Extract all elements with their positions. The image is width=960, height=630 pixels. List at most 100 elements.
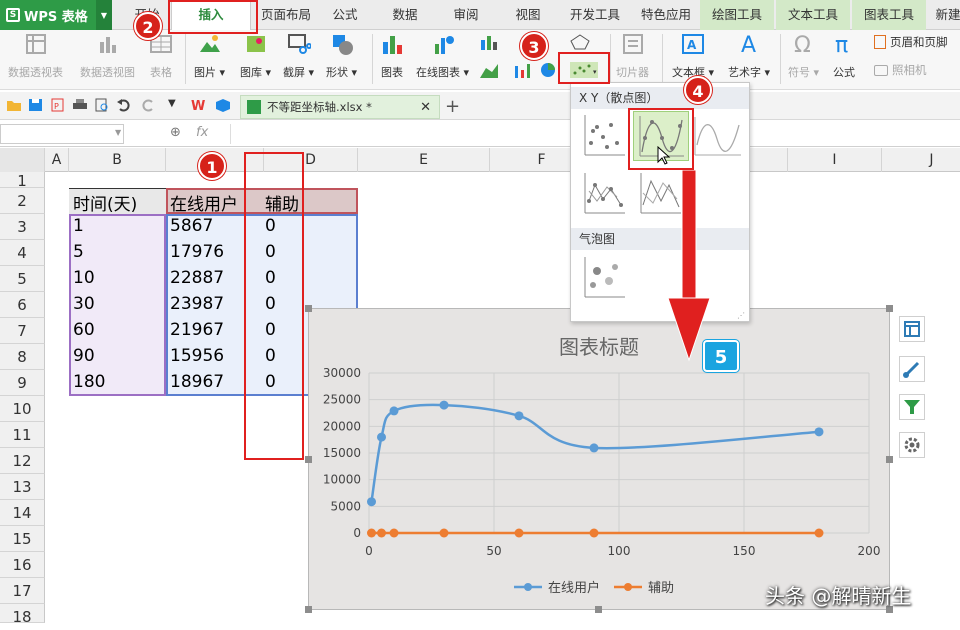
row-header[interactable]: 18 <box>0 604 45 626</box>
resize-handle[interactable] <box>886 305 893 312</box>
print-preview-icon[interactable] <box>94 98 114 114</box>
row-header[interactable]: 3 <box>0 214 45 240</box>
slicer-button[interactable]: 切片器 <box>616 32 649 80</box>
row-header[interactable]: 6 <box>0 292 45 318</box>
online-chart-button[interactable]: 在线图表 ▾ <box>416 32 469 80</box>
table-cell[interactable]: 30 <box>70 294 95 314</box>
table-cell[interactable]: 1 <box>70 216 84 236</box>
table-cell[interactable]: 60 <box>70 320 95 340</box>
row-header[interactable]: 2 <box>0 188 45 214</box>
select-all-corner[interactable] <box>0 148 45 172</box>
row-header[interactable]: 7 <box>0 318 45 344</box>
wordart-button[interactable]: A 艺术字 ▾ <box>728 32 770 80</box>
table-cell[interactable]: 22887 <box>167 268 224 288</box>
resize-handle[interactable] <box>305 606 312 613</box>
resize-handle[interactable] <box>305 456 312 463</box>
picture-button[interactable]: 图片 ▾ <box>194 32 225 80</box>
stock-chart-icon[interactable] <box>513 62 533 78</box>
table-cell[interactable]: 18967 <box>167 372 224 392</box>
tab-review[interactable]: 审阅 <box>444 0 488 30</box>
resize-grip-icon[interactable]: ⋰ <box>737 311 745 320</box>
row-header[interactable]: 10 <box>0 396 45 422</box>
chart-filter-button[interactable] <box>899 394 925 420</box>
symbol-button[interactable]: Ω 符号 ▾ <box>788 32 819 80</box>
row-header[interactable]: 14 <box>0 500 45 526</box>
scatter-smooth-lines-option[interactable] <box>693 115 743 157</box>
row-header[interactable]: 15 <box>0 526 45 552</box>
table-cell[interactable]: 23987 <box>167 294 224 314</box>
table-cell[interactable]: 5 <box>70 242 84 262</box>
export-pdf-icon[interactable]: P <box>50 98 70 114</box>
column-header[interactable]: J <box>882 148 960 172</box>
redo-icon[interactable] <box>140 98 160 114</box>
resize-handle[interactable] <box>305 305 312 312</box>
row-header[interactable]: 12 <box>0 448 45 474</box>
open-folder-icon[interactable] <box>6 98 26 114</box>
tab-drawing-tools[interactable]: 绘图工具 <box>700 0 774 30</box>
table-cell[interactable]: 21967 <box>167 320 224 340</box>
table-cell[interactable]: 180 <box>70 372 105 392</box>
chart-object[interactable]: 图表标题 0 5000 10000 15000 20000 25000 30000 0 50 100… <box>308 308 890 610</box>
table-cell[interactable]: 10 <box>70 268 95 288</box>
table-header[interactable]: 时间(天) <box>70 190 137 215</box>
tab-text-tools[interactable]: 文本工具 <box>776 0 850 30</box>
formula-button[interactable]: π 公式 <box>832 32 856 80</box>
cube-icon[interactable] <box>215 98 235 114</box>
screenshot-button[interactable]: 截屏 ▾ <box>283 32 314 80</box>
tab-data[interactable]: 数据 <box>383 0 427 30</box>
chart-settings-button[interactable] <box>899 432 925 458</box>
tab-chart-tools[interactable]: 图表工具 <box>852 0 926 30</box>
table-cell[interactable]: 15956 <box>167 346 224 366</box>
row-header[interactable]: 5 <box>0 266 45 292</box>
name-box[interactable] <box>0 124 124 144</box>
row-header[interactable]: 8 <box>0 344 45 370</box>
row-header[interactable]: 9 <box>0 370 45 396</box>
tab-view[interactable]: 视图 <box>506 0 550 30</box>
zoom-search-icon[interactable]: ⊕ <box>170 125 181 140</box>
chart-button[interactable]: 图表 <box>380 32 404 80</box>
camera-button[interactable]: 照相机 <box>874 62 927 78</box>
resize-handle[interactable] <box>886 456 893 463</box>
area-chart-icon[interactable] <box>480 62 500 78</box>
add-tab-icon[interactable]: + <box>445 96 460 117</box>
table-cell[interactable]: 5867 <box>167 216 213 236</box>
chart-elements-button[interactable] <box>899 316 925 342</box>
column-chart-icon[interactable] <box>480 34 500 50</box>
gallery-button[interactable]: 图库 ▾ <box>240 32 271 80</box>
chart-style-button[interactable] <box>899 356 925 382</box>
column-header[interactable]: I <box>788 148 882 172</box>
row-header[interactable]: 1 <box>0 172 45 190</box>
column-header[interactable]: B <box>69 148 166 172</box>
print-icon[interactable] <box>72 98 92 114</box>
tab-developer[interactable]: 开发工具 <box>565 0 625 30</box>
row-header[interactable]: 13 <box>0 474 45 500</box>
tab-page-layout[interactable]: 页面布局 <box>252 0 320 30</box>
resize-handle[interactable] <box>595 606 602 613</box>
close-icon[interactable]: ✕ <box>420 100 431 115</box>
app-menu-button[interactable]: S WPS 表格 ▼ <box>0 0 112 30</box>
tab-new[interactable]: 新建 <box>928 0 960 30</box>
radar-chart-icon[interactable] <box>570 34 590 50</box>
fx-icon[interactable]: fx <box>196 125 208 140</box>
column-header[interactable]: A <box>45 148 69 172</box>
chevron-down-icon[interactable]: ▼ <box>115 128 121 137</box>
scatter-markers-only-option[interactable] <box>581 113 627 159</box>
row-header[interactable]: 4 <box>0 240 45 266</box>
pivot-chart-button[interactable]: 数据透视图 <box>80 32 135 80</box>
textbox-button[interactable]: A 文本框 ▾ <box>672 32 714 80</box>
table-cell[interactable]: 17976 <box>167 242 224 262</box>
pivot-table-button[interactable]: 数据透视表 <box>8 32 63 80</box>
pie-chart-icon[interactable] <box>540 62 560 78</box>
column-header[interactable]: E <box>358 148 490 172</box>
table-cell[interactable]: 90 <box>70 346 95 366</box>
row-header[interactable]: 17 <box>0 578 45 604</box>
chevron-down-icon[interactable]: ▼ <box>96 0 112 30</box>
header-footer-button[interactable]: 页眉和页脚 <box>874 34 948 50</box>
file-tab[interactable]: 不等距坐标轴.xlsx * ✕ <box>240 95 440 119</box>
table-header[interactable]: 在线用户 <box>167 190 238 215</box>
scatter-straight-markers-option[interactable] <box>581 171 627 217</box>
tab-formula[interactable]: 公式 <box>320 0 370 30</box>
row-header[interactable]: 16 <box>0 552 45 578</box>
chevron-down-icon[interactable]: ▼ <box>168 98 188 114</box>
shape-button[interactable]: 形状 ▾ <box>326 32 357 80</box>
